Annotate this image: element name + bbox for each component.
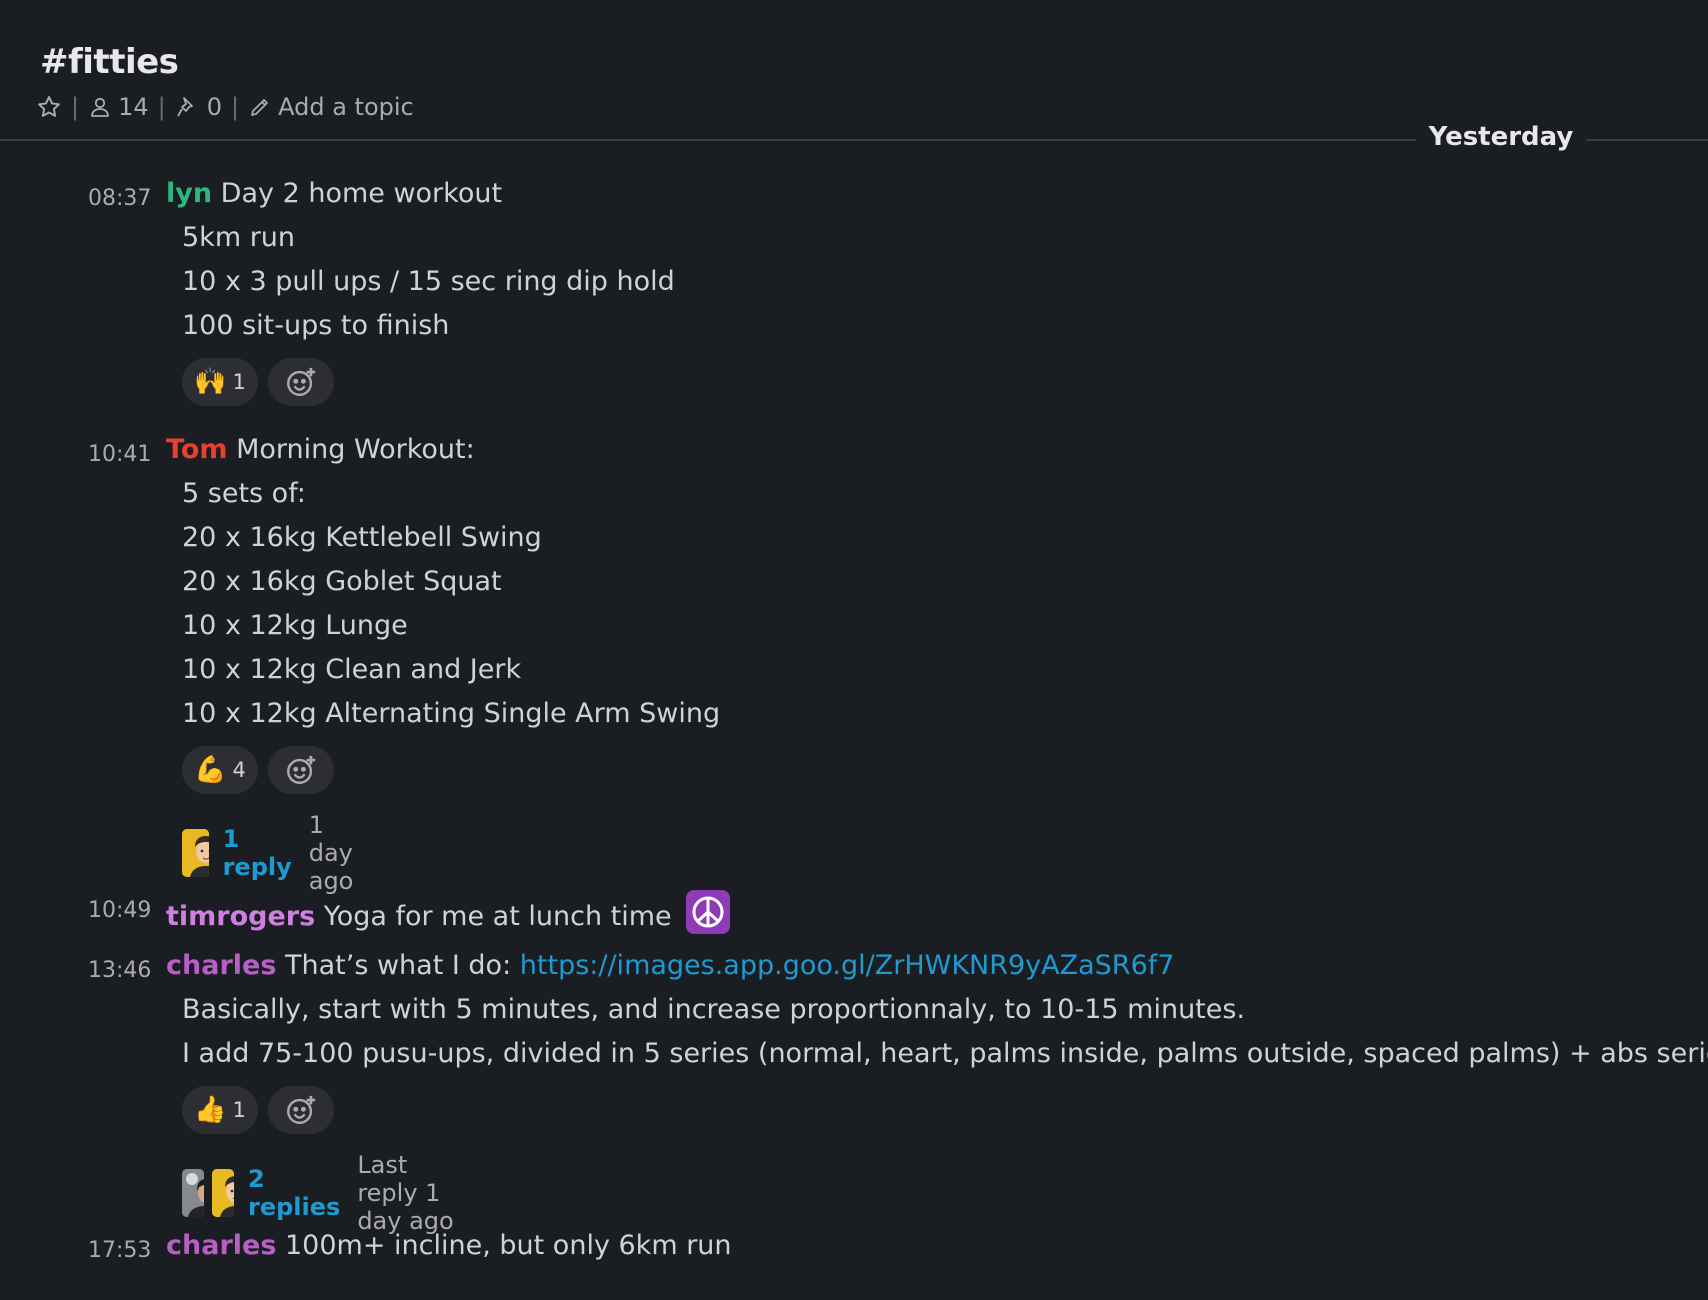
avatar[interactable] bbox=[212, 1169, 234, 1217]
add-topic-label: Add a topic bbox=[278, 93, 414, 121]
channel-title[interactable]: #fitties bbox=[40, 42, 179, 82]
date-divider-line-left bbox=[0, 139, 1416, 141]
message-text: 10 x 12kg Lunge bbox=[182, 610, 408, 641]
message-text: Basically, start with 5 minutes, and inc… bbox=[182, 994, 1246, 1025]
message-timestamp[interactable]: 10:49 bbox=[88, 898, 151, 923]
message-text: 100 sit-ups to finish bbox=[182, 310, 450, 341]
members-button[interactable]: 14 bbox=[88, 93, 149, 121]
author-name[interactable]: timrogers bbox=[166, 901, 315, 932]
channel-meta-row: | 14 | 0 | Add a topic bbox=[36, 90, 414, 124]
message-timestamp[interactable]: 13:46 bbox=[88, 958, 151, 983]
add-reaction-icon bbox=[287, 367, 316, 396]
reaction-pill[interactable]: 👍 1 bbox=[182, 1086, 258, 1134]
thread-replies-link[interactable]: 2 replies bbox=[248, 1165, 340, 1221]
author-name[interactable]: Tom bbox=[166, 434, 228, 465]
author-name[interactable]: charles bbox=[166, 950, 276, 981]
raised-hands-emoji-icon: 🙌 bbox=[194, 367, 227, 397]
peace-symbol-icon bbox=[686, 890, 731, 934]
thread-summary[interactable]: 2 replies Last reply 1 day ago bbox=[182, 1151, 470, 1235]
thread-summary[interactable]: 1 reply 1 day ago bbox=[182, 811, 375, 895]
meta-separator: | bbox=[231, 93, 240, 121]
avatar[interactable] bbox=[182, 1169, 204, 1217]
message-line: lyn Day 2 home workout bbox=[166, 178, 502, 209]
add-topic-button[interactable]: Add a topic bbox=[248, 93, 414, 121]
reactions-bar: 🙌 1 bbox=[182, 358, 334, 406]
flexed-biceps-emoji-icon: 💪 bbox=[194, 755, 227, 785]
message-line: charles 100m+ incline, but only 6km run bbox=[166, 1230, 732, 1261]
message-text: 20 x 16kg Kettlebell Swing bbox=[182, 522, 542, 553]
reaction-pill[interactable]: 💪 4 bbox=[182, 746, 258, 794]
thumbs-up-emoji-icon: 👍 bbox=[194, 1095, 227, 1125]
message-link[interactable]: https://images.app.goo.gl/ZrHWKNR9yAZaSR… bbox=[520, 950, 1175, 981]
add-reaction-button[interactable] bbox=[268, 1086, 334, 1134]
message-text: Yoga for me at lunch time bbox=[323, 901, 672, 932]
members-count: 14 bbox=[118, 93, 149, 121]
message-text: 5km run bbox=[182, 222, 296, 253]
pencil-icon bbox=[251, 99, 269, 116]
message-line: charles That’s what I do: https://images… bbox=[166, 950, 1174, 981]
message-timestamp[interactable]: 08:37 bbox=[88, 186, 151, 211]
add-reaction-icon bbox=[287, 1095, 316, 1124]
star-icon bbox=[38, 96, 60, 117]
reaction-pill[interactable]: 🙌 1 bbox=[182, 358, 258, 406]
avatar[interactable] bbox=[182, 829, 209, 877]
message-text: Morning Workout: bbox=[236, 434, 475, 465]
message-text: 10 x 12kg Clean and Jerk bbox=[182, 654, 522, 685]
member-icon bbox=[91, 97, 109, 117]
author-name[interactable]: lyn bbox=[166, 178, 212, 209]
add-reaction-button[interactable] bbox=[268, 358, 334, 406]
author-name[interactable]: charles bbox=[166, 1230, 276, 1261]
user-avatar-icon bbox=[182, 1169, 204, 1217]
add-reaction-button[interactable] bbox=[268, 746, 334, 794]
user-avatar-icon bbox=[212, 1169, 234, 1217]
message-line: timrogers Yoga for me at lunch time bbox=[166, 890, 731, 934]
meta-separator: | bbox=[157, 93, 166, 121]
thread-last-reply: Last reply 1 day ago bbox=[357, 1151, 454, 1235]
reactions-bar: 👍 1 bbox=[182, 1086, 334, 1134]
message-text: 5 sets of: bbox=[182, 478, 306, 509]
message-line: Tom Morning Workout: bbox=[166, 434, 475, 465]
message-text: 20 x 16kg Goblet Squat bbox=[182, 566, 502, 597]
reaction-count: 1 bbox=[232, 370, 246, 394]
message-text: I add 75-100 pusu-ups, divided in 5 seri… bbox=[182, 1038, 1708, 1069]
reaction-count: 4 bbox=[232, 758, 246, 782]
message-text: 100m+ incline, but only 6km run bbox=[285, 1230, 732, 1261]
message-text: 10 x 12kg Alternating Single Arm Swing bbox=[182, 698, 721, 729]
thread-last-reply: 1 day ago bbox=[308, 811, 354, 895]
pins-button[interactable]: 0 bbox=[175, 93, 222, 121]
date-divider-line-right bbox=[1586, 139, 1708, 141]
pin-icon bbox=[176, 97, 193, 117]
user-avatar-icon bbox=[182, 829, 209, 877]
reaction-count: 1 bbox=[232, 1098, 246, 1122]
add-reaction-icon bbox=[287, 755, 316, 784]
channel-header: #fitties bbox=[40, 42, 179, 82]
star-button[interactable] bbox=[36, 94, 62, 120]
date-divider-label[interactable]: Yesterday bbox=[1416, 122, 1586, 152]
meta-separator: | bbox=[71, 93, 80, 121]
message-timestamp[interactable]: 17:53 bbox=[88, 1238, 151, 1263]
message-timestamp[interactable]: 10:41 bbox=[88, 442, 151, 467]
message-text: That’s what I do: bbox=[285, 950, 512, 981]
thread-replies-link[interactable]: 1 reply bbox=[223, 825, 292, 881]
message-text: Day 2 home workout bbox=[220, 178, 503, 209]
pins-count: 0 bbox=[206, 93, 223, 121]
reactions-bar: 💪 4 bbox=[182, 746, 334, 794]
message-text: 10 x 3 pull ups / 15 sec ring dip hold bbox=[182, 266, 675, 297]
